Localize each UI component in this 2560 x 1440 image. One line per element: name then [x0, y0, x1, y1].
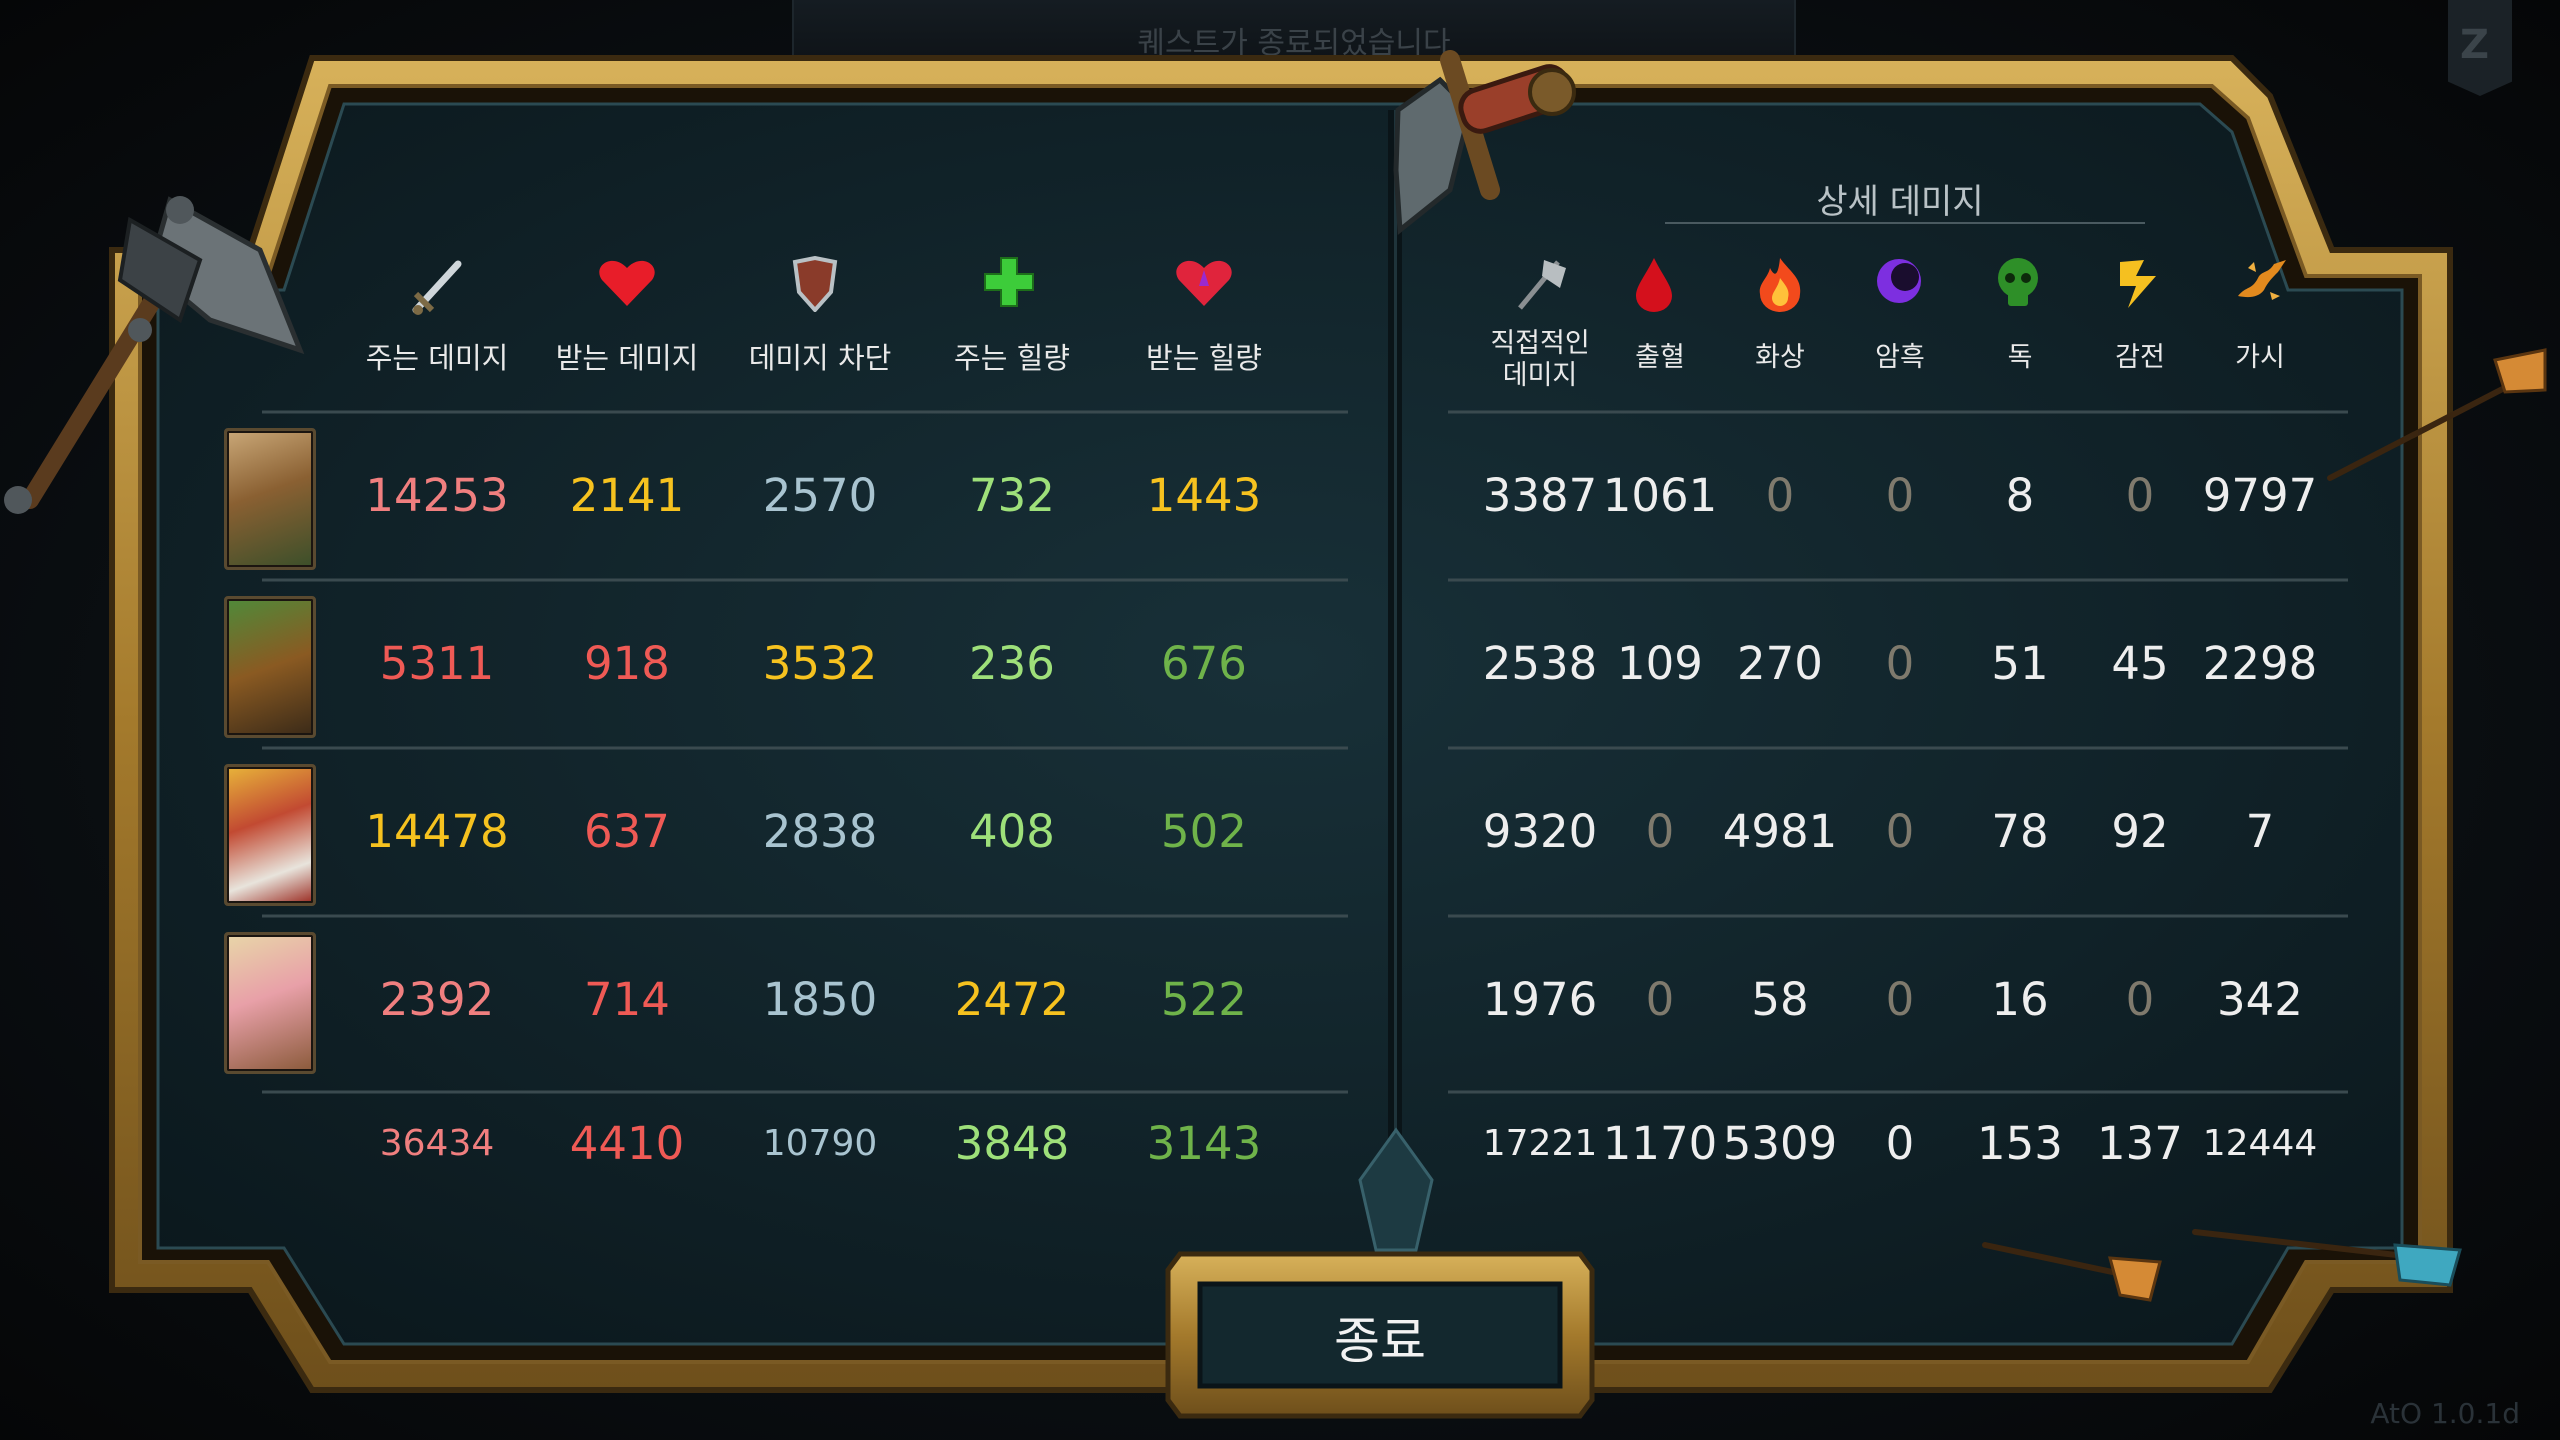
column-header-3: 데미지 차단 — [748, 341, 892, 375]
shield-icon — [791, 255, 839, 316]
total-cell: 3143 — [1146, 1117, 1262, 1170]
stat-cell: 14478 — [365, 805, 509, 858]
version-label: AtO 1.0.1d — [2370, 1397, 2520, 1430]
total-cell: 36434 — [379, 1123, 495, 1164]
stat-cell: 637 — [584, 805, 670, 858]
detail-header-2: 출혈 — [1635, 342, 1685, 373]
stat-cell: 2472 — [954, 973, 1070, 1026]
detail-total-cell: 12444 — [2202, 1123, 2318, 1164]
deer-hero-portrait[interactable] — [224, 428, 316, 570]
stat-cell: 676 — [1161, 637, 1247, 690]
total-cell: 4410 — [569, 1117, 685, 1170]
detail-header-6: 감전 — [2115, 342, 2165, 373]
stat-cell: 3532 — [762, 637, 878, 690]
stat-cell: 2838 — [762, 805, 878, 858]
detail-header-4: 암흑 — [1875, 342, 1925, 373]
detail-header-5: 독 — [2007, 342, 2033, 373]
axe-icon — [1514, 256, 1570, 316]
detail-title-underline — [1665, 222, 2145, 224]
stat-cell: 1850 — [762, 973, 878, 1026]
column-header-5: 받는 힐량 — [1146, 341, 1262, 375]
detail-header-3: 화상 — [1755, 342, 1805, 373]
column-header-1: 주는 데미지 — [365, 341, 509, 375]
poison-skull-icon — [1994, 256, 2042, 314]
stat-cell: 5311 — [379, 637, 495, 690]
dwarf-hero-portrait[interactable] — [224, 764, 316, 906]
end-button[interactable]: 종료 — [1208, 1268, 1552, 1406]
detail-header-7: 가시 — [2235, 342, 2285, 373]
pig-hero-portrait[interactable] — [224, 932, 316, 1074]
lightning-icon — [2114, 256, 2166, 316]
thorns-icon — [2234, 256, 2290, 310]
sword-icon — [408, 256, 466, 322]
detail-cell: 9797 — [2202, 469, 2318, 522]
stat-cell: 236 — [969, 637, 1055, 690]
stats-frame — [4, 50, 2547, 1419]
heart-icon — [598, 256, 656, 312]
detail-cell: 7 — [2245, 805, 2275, 858]
stat-cell: 918 — [584, 637, 670, 690]
stat-cell: 502 — [1161, 805, 1247, 858]
detail-header-1: 직접적인 데미지 — [1490, 328, 1590, 391]
dark-moon-icon — [1874, 256, 1924, 310]
blood-drop-icon — [1634, 256, 1674, 316]
total-cell: 10790 — [762, 1123, 878, 1164]
total-cell: 3848 — [954, 1117, 1070, 1170]
stat-cell: 714 — [584, 973, 670, 1026]
stat-cell: 1443 — [1146, 469, 1262, 522]
fire-icon — [1754, 256, 1806, 316]
armored-hero-portrait[interactable] — [224, 596, 316, 738]
column-header-4: 주는 힐량 — [954, 341, 1070, 375]
stat-cell: 408 — [969, 805, 1055, 858]
detail-cell: 342 — [2217, 973, 2303, 1026]
healing-heart-icon — [1175, 256, 1233, 312]
detail-damage-title: 상세 데미지 — [1816, 182, 1984, 222]
stat-cell: 2392 — [379, 973, 495, 1026]
stat-cell: 14253 — [365, 469, 509, 522]
stat-cell: 2570 — [762, 469, 878, 522]
detail-cell: 2298 — [2202, 637, 2318, 690]
stat-cell: 522 — [1161, 973, 1247, 1026]
plus-icon — [983, 256, 1035, 312]
stat-cell: 2141 — [569, 469, 685, 522]
stat-cell: 732 — [969, 469, 1055, 522]
column-header-2: 받는 데미지 — [555, 341, 699, 375]
